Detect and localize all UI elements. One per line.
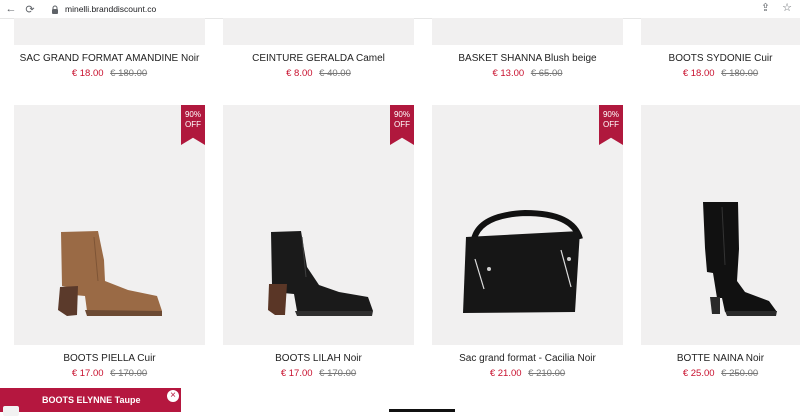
sale-price: € 18.00 <box>682 68 715 79</box>
ankle-boot-illustration <box>268 231 373 316</box>
product-card[interactable]: CEINTURE GERALDA Camel € 8.00 € 40.00 <box>223 18 414 79</box>
sale-price: € 13.00 <box>492 68 525 79</box>
product-image[interactable] <box>14 18 205 45</box>
product-card[interactable]: 90% OFF BOOTS PIELLA Cuir € 17.00 € 170.… <box>14 105 205 379</box>
share-icon[interactable]: ⇪ <box>761 1 770 14</box>
product-price-row: € 18.00 € 180.00 <box>14 68 205 79</box>
product-price-row: € 17.00 € 170.00 <box>223 368 414 379</box>
reload-icon[interactable]: ⟳ <box>22 1 38 17</box>
original-price: € 180.00 <box>110 68 148 79</box>
lock-icon[interactable] <box>50 4 60 14</box>
sale-price: € 21.00 <box>489 368 522 379</box>
original-price: € 65.00 <box>530 68 563 79</box>
product-price-row: € 8.00 € 40.00 <box>223 68 414 79</box>
ankle-boot-illustration <box>58 231 162 316</box>
address-bar[interactable]: minelli.branddiscount.co <box>65 4 156 14</box>
product-grid: SAC GRAND FORMAT AMANDINE Noir € 18.00 €… <box>0 18 800 412</box>
product-card[interactable]: BASKET SHANNA Blush beige € 13.00 € 65.0… <box>432 18 623 79</box>
back-icon[interactable]: ← <box>3 1 19 17</box>
product-image[interactable] <box>432 18 623 45</box>
product-card[interactable]: BOTTE NAINA Noir € 25.00 € 250.00 <box>641 105 800 379</box>
product-image[interactable] <box>641 18 800 45</box>
sale-price: € 8.00 <box>286 68 313 79</box>
product-title[interactable]: BASKET SHANNA Blush beige <box>432 53 623 64</box>
product-title[interactable]: BOOTS PIELLA Cuir <box>14 353 205 364</box>
product-card[interactable]: 90% OFF BOOTS LILAH Noir € 17.00 € 170.0… <box>223 105 414 379</box>
product-image[interactable] <box>223 18 414 45</box>
product-title[interactable]: BOTTE NAINA Noir <box>641 353 800 364</box>
tall-boot-illustration <box>703 202 777 316</box>
recent-purchase-popup[interactable]: BOOTS ELYNNE Taupe × <box>0 388 181 416</box>
product-price-row: € 18.00 € 180.00 <box>641 68 800 79</box>
product-price-row: € 21.00 € 210.00 <box>432 368 623 379</box>
popup-product-thumbnail <box>3 406 19 416</box>
star-icon[interactable]: ☆ <box>782 1 792 14</box>
product-price-row: € 13.00 € 65.00 <box>432 68 623 79</box>
original-price: € 210.00 <box>528 368 566 379</box>
original-price: € 250.00 <box>721 368 759 379</box>
browser-toolbar: ← ⟳ minelli.branddiscount.co ⇪ ☆ <box>0 0 800 19</box>
close-icon[interactable]: × <box>167 390 179 402</box>
handbag-illustration <box>463 209 583 313</box>
product-card[interactable]: 90% OFF Sac grand format - Cacilia Noir … <box>432 105 623 379</box>
product-title[interactable]: BOOTS SYDONIE Cuir <box>641 53 800 64</box>
product-price-row: € 17.00 € 170.00 <box>14 368 205 379</box>
product-title[interactable]: CEINTURE GERALDA Camel <box>223 53 414 64</box>
product-image[interactable]: 90% OFF <box>14 105 205 345</box>
product-image[interactable] <box>641 105 800 345</box>
original-price: € 40.00 <box>319 68 351 79</box>
product-card[interactable]: SAC GRAND FORMAT AMANDINE Noir € 18.00 €… <box>14 18 205 79</box>
original-price: € 180.00 <box>721 68 759 79</box>
product-card[interactable]: BOOTS SYDONIE Cuir € 18.00 € 180.00 <box>641 18 800 79</box>
sale-price: € 18.00 <box>71 68 104 79</box>
original-price: € 170.00 <box>319 368 357 379</box>
product-price-row: € 25.00 € 250.00 <box>641 368 800 379</box>
product-image[interactable]: 90% OFF <box>432 105 623 345</box>
sale-price: € 17.00 <box>280 368 313 379</box>
sale-price: € 25.00 <box>682 368 715 379</box>
popup-product-title[interactable]: BOOTS ELYNNE Taupe <box>42 395 141 405</box>
original-price: € 170.00 <box>110 368 148 379</box>
product-title[interactable]: Sac grand format - Cacilia Noir <box>432 353 623 364</box>
product-image[interactable]: 90% OFF <box>223 105 414 345</box>
product-title[interactable]: SAC GRAND FORMAT AMANDINE Noir <box>14 53 205 64</box>
product-title[interactable]: BOOTS LILAH Noir <box>223 353 414 364</box>
sale-price: € 17.00 <box>71 368 104 379</box>
